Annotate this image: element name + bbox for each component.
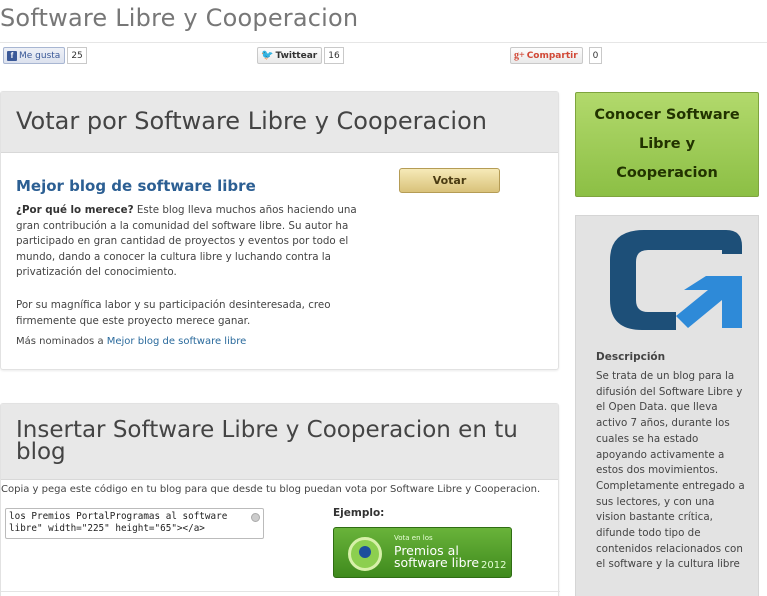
badge-title: Premios al software libre xyxy=(394,544,480,570)
description-block: Descripción Se trata de un blog para la … xyxy=(594,347,758,596)
embed-panel-header: Insertar Software Libre y Cooperacion en… xyxy=(1,404,558,480)
twitter-bird-icon: 🐦 xyxy=(261,50,274,61)
embed-code-text: los Premios PortalProgramas al software … xyxy=(9,511,228,534)
badge-line-2: software libre xyxy=(394,555,480,570)
page-title: Software Libre y Cooperacion xyxy=(0,4,359,32)
more-nominees-link[interactable]: Mejor blog de software libre xyxy=(107,336,247,347)
twitter-share: 🐦 Twittear 16 xyxy=(257,47,344,64)
embed-panel: Insertar Software Libre y Cooperacion en… xyxy=(0,403,560,596)
badge-small-text: Vota en los xyxy=(394,534,433,542)
vote-panel-header: Votar por Software Libre y Cooperacion xyxy=(1,92,558,153)
embed-code-textarea[interactable]: los Premios PortalProgramas al software … xyxy=(5,508,264,539)
google-share-label: Compartir xyxy=(526,50,578,61)
embed-instructions: Copia y pega este código en tu blog para… xyxy=(1,484,541,495)
vote-heading: Votar por Software Libre y Cooperacion xyxy=(16,107,487,135)
project-logo xyxy=(576,216,758,346)
description-title: Descripción xyxy=(596,351,666,363)
facebook-share: f Me gusta 25 xyxy=(3,47,87,64)
facebook-like-button[interactable]: f Me gusta xyxy=(3,47,66,64)
google-share-count: 0 xyxy=(588,47,603,64)
why-label: ¿Por qué lo merece? xyxy=(16,204,134,216)
category-title: Mejor blog de software libre xyxy=(16,177,256,195)
google-share: g+ Compartir 0 xyxy=(510,47,603,64)
google-share-button[interactable]: g+ Compartir xyxy=(510,47,583,64)
project-logo-icon xyxy=(610,230,742,330)
more-nominees-prefix: Más nominados a xyxy=(16,336,107,347)
facebook-like-label: Me gusta xyxy=(19,50,61,61)
facebook-icon: f xyxy=(7,50,17,61)
facebook-like-count: 25 xyxy=(67,47,87,64)
tweet-label: Twittear xyxy=(275,50,318,61)
badge-year: 2012 xyxy=(481,560,507,571)
project-card: Descripción Se trata de un blog para la … xyxy=(575,215,759,596)
know-project-button[interactable]: Conocer Software Libre y Cooperacion xyxy=(575,92,759,197)
tweet-button[interactable]: 🐦 Twittear xyxy=(257,47,323,64)
vote-button[interactable]: Votar xyxy=(399,168,500,193)
vote-panel: Votar por Software Libre y Cooperacion M… xyxy=(0,91,559,370)
description-body: Se trata de un blog para la difusión del… xyxy=(596,370,745,571)
embed-divider xyxy=(1,591,560,592)
google-plus-icon: g+ xyxy=(514,50,525,61)
vote-badge-image[interactable]: Vota en los Premios al software libre 20… xyxy=(333,527,512,578)
embed-heading: Insertar Software Libre y Cooperacion en… xyxy=(16,417,518,465)
textarea-resize-handle[interactable] xyxy=(251,513,260,522)
example-label: Ejemplo: xyxy=(333,507,385,519)
why-it-deserves: ¿Por qué lo merece? Este blog lleva much… xyxy=(16,203,366,281)
tweet-count: 16 xyxy=(324,47,344,64)
title-divider xyxy=(0,42,767,43)
more-nominees: Más nominados a Mejor blog de software l… xyxy=(16,336,246,347)
award-logo-icon xyxy=(348,537,382,571)
why-text-2: Por su magnífica labor y su participació… xyxy=(16,299,331,327)
